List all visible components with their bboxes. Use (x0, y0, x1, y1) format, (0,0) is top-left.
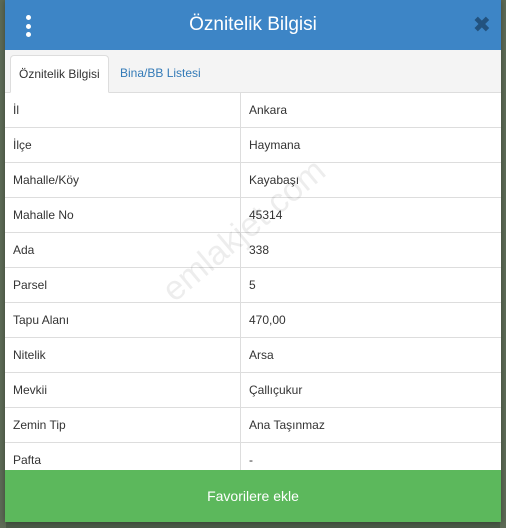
attribute-label: Tapu Alanı (5, 303, 241, 337)
attribute-label: İlçe (5, 128, 241, 162)
add-to-favorites-button[interactable]: Favorilere ekle (5, 470, 501, 522)
attribute-value: Haymana (249, 138, 301, 152)
table-row: Mahalle/Köy Kayabaşı (5, 163, 501, 198)
panel-header: Öznitelik Bilgisi ✖ (5, 0, 501, 50)
attribute-value: Kayabaşı (249, 173, 300, 187)
attribute-table: İl Ankara İlçe Haymana Mahalle/Köy Kayab… (5, 93, 501, 478)
attribute-label: Mevkii (5, 373, 241, 407)
tab-bar: Öznitelik Bilgisi Bina/BB Listesi (5, 50, 501, 93)
attribute-label: Parsel (5, 268, 241, 302)
close-icon[interactable]: ✖ (473, 12, 491, 38)
attribute-value: Ana Taşınmaz (249, 418, 325, 432)
tab-attribute-info[interactable]: Öznitelik Bilgisi (10, 55, 109, 93)
attribute-label: Mahalle No (5, 198, 241, 232)
attribute-value: 470,00 (249, 313, 286, 327)
table-row: İlçe Haymana (5, 128, 501, 163)
vertical-dots-icon[interactable] (23, 15, 33, 37)
table-row: Tapu Alanı 470,00 (5, 303, 501, 338)
attribute-label: Zemin Tip (5, 408, 241, 442)
tab-building-list[interactable]: Bina/BB Listesi (112, 55, 209, 92)
table-row: Ada 338 (5, 233, 501, 268)
panel-title: Öznitelik Bilgisi (189, 14, 317, 35)
attribute-label: Mahalle/Köy (5, 163, 241, 197)
attribute-value: Çallıçukur (249, 383, 303, 397)
attribute-label: Nitelik (5, 338, 241, 372)
attribute-label: İl (5, 93, 241, 127)
attribute-info-panel: Öznitelik Bilgisi ✖ Öznitelik Bilgisi Bi… (5, 0, 501, 522)
table-row: Nitelik Arsa (5, 338, 501, 373)
attribute-value: 45314 (249, 208, 283, 222)
attribute-value: Arsa (249, 348, 274, 362)
menu-dot (25, 15, 31, 20)
attribute-value: 5 (249, 278, 256, 292)
table-row: Mahalle No 45314 (5, 198, 501, 233)
menu-dot (25, 32, 31, 37)
attribute-value: Ankara (249, 103, 288, 117)
table-row: Mevkii Çallıçukur (5, 373, 501, 408)
attribute-label: Ada (5, 233, 241, 267)
table-row: İl Ankara (5, 93, 501, 128)
menu-dot (25, 23, 31, 29)
table-row: Zemin Tip Ana Taşınmaz (5, 408, 501, 443)
attribute-value: 338 (249, 243, 270, 257)
table-row: Parsel 5 (5, 268, 501, 303)
